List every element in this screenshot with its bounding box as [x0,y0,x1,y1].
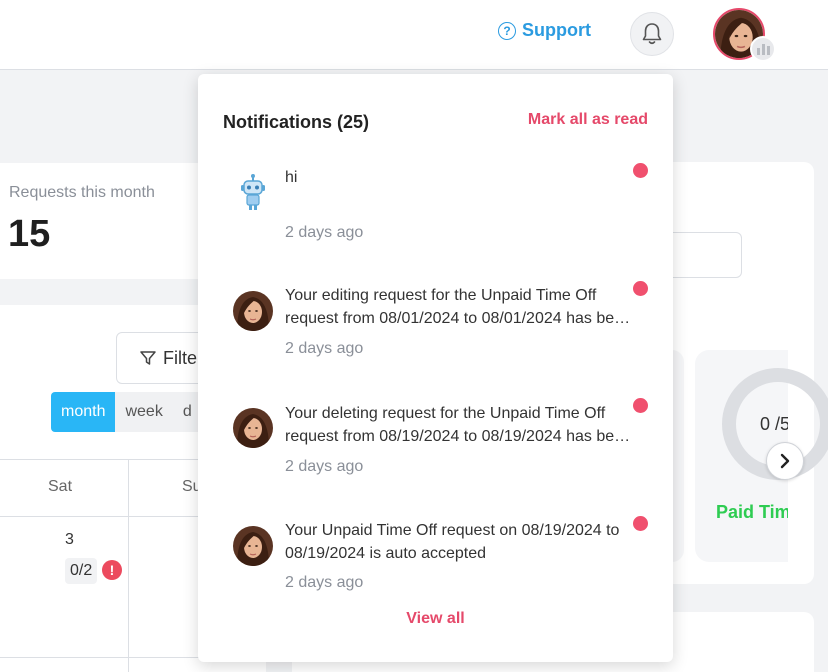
unread-dot [633,163,648,178]
notifications-button[interactable] [630,12,674,56]
view-all-link[interactable]: View all [198,610,673,628]
notification-item[interactable]: Your Unpaid Time Off request on 08/19/20… [198,510,673,610]
avatar [233,408,273,448]
calendar-day-count: 0/2 [65,558,98,584]
requests-value: 15 [8,213,51,255]
avatar [233,291,273,331]
robot-icon [233,172,273,212]
avatar [233,526,273,566]
support-label: Support [522,20,591,40]
balance-label: Paid Tim [716,502,788,522]
notification-time: 2 days ago [285,574,364,591]
notification-time: 2 days ago [285,340,364,357]
notification-text: Your editing request for the Unpaid Time… [285,287,632,327]
view-tabs: month week d [51,392,202,432]
notification-text: Your deleting request for the Unpaid Tim… [285,405,632,445]
unread-dot [633,398,648,413]
filter-icon [140,351,156,365]
tab-month[interactable]: month [51,392,116,432]
support-link[interactable]: ? Support [498,20,591,41]
unread-dot [633,281,648,296]
calendar-header-sat: Sat [48,478,73,495]
balance-value: 0 /5 [760,414,788,434]
notification-text: Your Unpaid Time Off request on 08/19/20… [285,522,620,562]
requests-label: Requests this month [9,184,155,201]
tab-week[interactable]: week [115,392,173,432]
notification-item[interactable]: Your editing request for the Unpaid Time… [198,274,673,374]
notification-time: 2 days ago [285,224,364,241]
unread-dot [633,516,648,531]
mark-all-read-button[interactable]: Mark all as read [528,111,648,129]
bell-icon [642,23,662,45]
filter-label: Filte [163,347,198,368]
top-bar [0,0,828,70]
notification-text: hi [285,169,298,186]
notifications-panel: Notifications (25) Mark all as read hi 2… [198,74,673,662]
balance-tile [672,350,684,562]
help-circle-icon: ? [498,21,516,40]
notification-item[interactable]: hi 2 days ago [198,154,673,254]
next-button[interactable] [766,442,804,480]
notification-time: 2 days ago [285,458,364,475]
calendar-divider [128,459,129,672]
notifications-title: Notifications (25) [223,112,370,132]
calendar-day-number[interactable]: 3 [65,531,74,549]
chevron-right-icon [780,453,790,469]
warning-icon: ! [102,560,122,580]
building-icon [750,36,776,62]
notification-item[interactable]: Your deleting request for the Unpaid Tim… [198,392,673,492]
